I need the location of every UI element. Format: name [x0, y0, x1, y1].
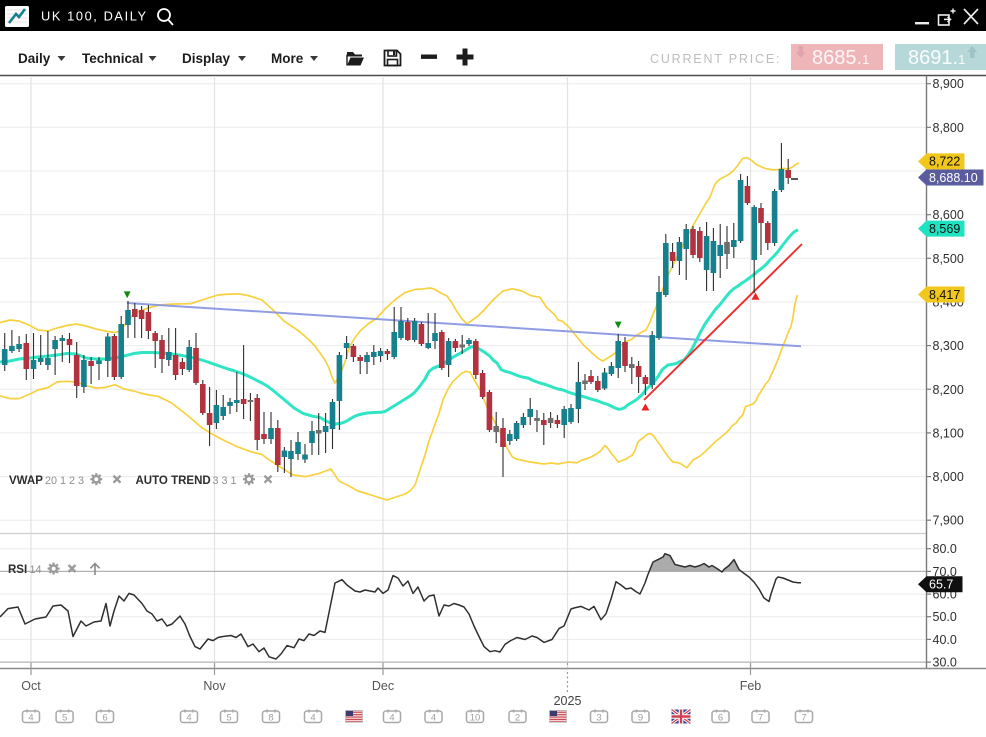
- svg-text:Dec: Dec: [372, 679, 394, 693]
- svg-text:4: 4: [186, 713, 191, 724]
- svg-text:7,900: 7,900: [933, 514, 964, 528]
- svg-text:7: 7: [801, 713, 806, 724]
- svg-text:9: 9: [638, 713, 643, 724]
- svg-text:Oct: Oct: [21, 679, 41, 693]
- svg-text:4: 4: [431, 713, 436, 724]
- svg-text:30.0: 30.0: [933, 656, 957, 670]
- svg-text:4: 4: [28, 713, 33, 724]
- svg-text:5: 5: [62, 713, 67, 724]
- svg-text:10: 10: [470, 713, 481, 724]
- svg-text:20 1 2 3: 20 1 2 3: [45, 475, 84, 487]
- svg-text:80.0: 80.0: [933, 542, 957, 556]
- svg-text:2025: 2025: [554, 694, 582, 708]
- svg-text:8,200: 8,200: [933, 383, 964, 397]
- svg-text:8: 8: [268, 713, 273, 724]
- svg-text:6: 6: [102, 713, 107, 724]
- svg-text:More: More: [271, 51, 304, 66]
- svg-text:65.7: 65.7: [929, 578, 953, 592]
- svg-text:50.0: 50.0: [933, 610, 957, 624]
- svg-text:Feb: Feb: [740, 679, 762, 693]
- svg-text:Display: Display: [182, 51, 231, 66]
- svg-text:8,900: 8,900: [933, 77, 964, 91]
- svg-text:3: 3: [596, 713, 601, 724]
- svg-text:8,800: 8,800: [933, 121, 964, 135]
- svg-text:8691.1: 8691.1: [908, 47, 965, 69]
- svg-text:4: 4: [389, 713, 394, 724]
- svg-text:4: 4: [310, 713, 315, 724]
- svg-text:8,688.10: 8,688.10: [929, 171, 978, 185]
- svg-text:8,100: 8,100: [933, 426, 964, 440]
- svg-text:CURRENT PRICE:: CURRENT PRICE:: [650, 52, 781, 66]
- svg-text:8,500: 8,500: [933, 252, 964, 266]
- svg-text:VWAP: VWAP: [9, 475, 43, 487]
- svg-text:Daily: Daily: [18, 51, 51, 66]
- svg-text:5: 5: [226, 713, 231, 724]
- svg-text:8,722: 8,722: [929, 155, 960, 169]
- svg-text:Technical: Technical: [82, 51, 143, 66]
- svg-text:40.0: 40.0: [933, 633, 957, 647]
- svg-text:UK 100, DAILY: UK 100, DAILY: [41, 9, 148, 24]
- svg-text:Nov: Nov: [203, 679, 226, 693]
- svg-text:8,569: 8,569: [929, 222, 960, 236]
- svg-text:14: 14: [30, 564, 42, 576]
- svg-text:8,300: 8,300: [933, 339, 964, 353]
- svg-text:8,600: 8,600: [933, 208, 964, 222]
- svg-text:3 3 1: 3 3 1: [213, 475, 237, 487]
- svg-text:RSI: RSI: [8, 564, 27, 576]
- svg-text:8,000: 8,000: [933, 470, 964, 484]
- svg-text:AUTO TREND: AUTO TREND: [136, 475, 211, 487]
- svg-text:7: 7: [758, 713, 763, 724]
- svg-text:2: 2: [515, 713, 520, 724]
- svg-text:8685.1: 8685.1: [812, 47, 869, 69]
- svg-text:6: 6: [718, 713, 723, 724]
- svg-text:8,417: 8,417: [929, 288, 960, 302]
